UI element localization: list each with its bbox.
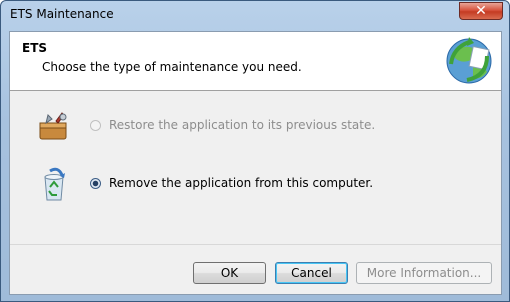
remove-radio[interactable] [90,178,101,189]
recycle-bin-icon [44,167,65,201]
option-restore: Restore the application to its previous … [10,109,490,145]
remove-label[interactable]: Remove the application from this compute… [109,176,373,190]
cancel-button[interactable]: Cancel [275,262,348,284]
header-subtitle: Choose the type of maintenance you need. [42,60,302,74]
app-name: ETS [22,41,48,55]
setup-globe-icon [446,37,492,84]
footer-divider [10,244,501,245]
ok-button[interactable]: OK [193,262,266,284]
more-information-button[interactable]: More Information... [356,262,492,284]
dialog-header: ETS Choose the type of maintenance you n… [10,32,501,91]
window-frame: ETS Maintenance ✕ ETS Choose the type of… [0,0,510,302]
restore-label[interactable]: Restore the application to its previous … [109,118,375,132]
options-area: Restore the application to its previous … [10,91,501,244]
dialog-client: ETS Choose the type of maintenance you n… [9,31,502,295]
window-title: ETS Maintenance [10,7,114,21]
option-remove: Remove the application from this compute… [10,167,490,203]
toolbox-icon [39,112,67,140]
close-icon: ✕ [475,3,487,19]
title-bar[interactable]: ETS Maintenance ✕ [1,1,509,29]
restore-radio[interactable] [90,120,101,131]
close-button[interactable]: ✕ [459,2,503,20]
